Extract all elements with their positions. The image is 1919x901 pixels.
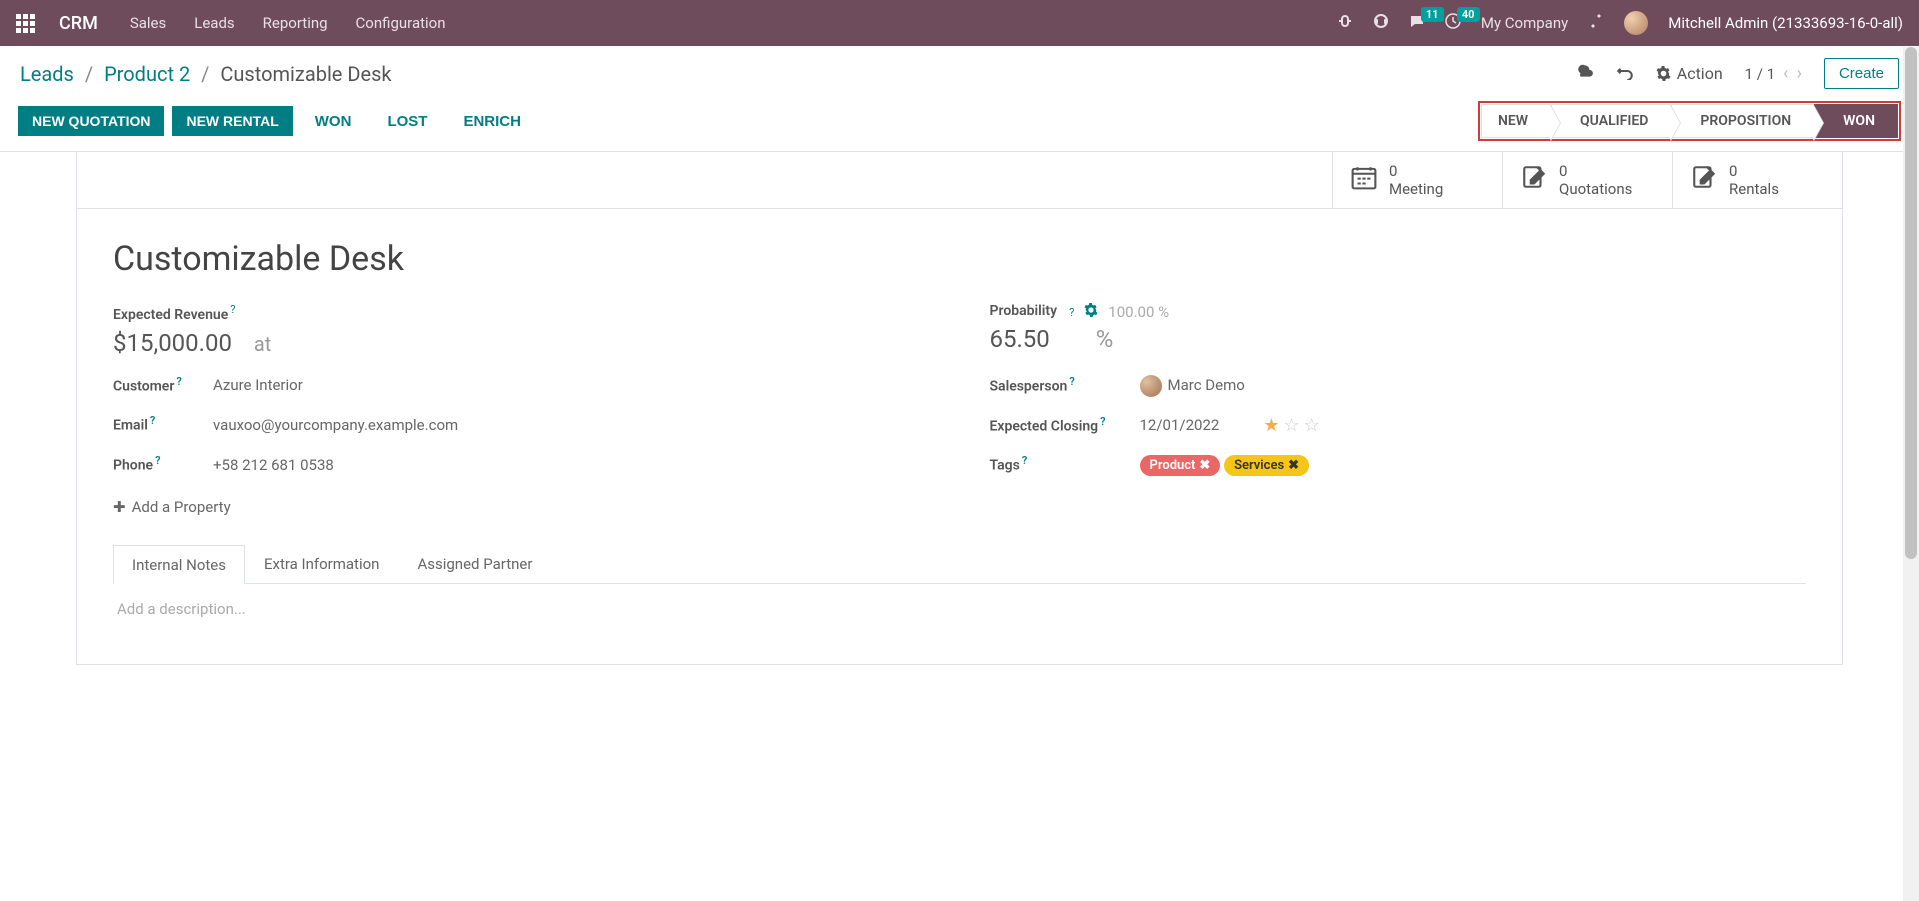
expected-revenue-label: Expected Revenue bbox=[113, 307, 228, 323]
stat-quotations[interactable]: 0 Quotations bbox=[1502, 152, 1672, 208]
user-menu[interactable]: Mitchell Admin (21333693-16-0-all) bbox=[1668, 14, 1903, 32]
pager-next-icon[interactable]: › bbox=[1797, 63, 1802, 84]
close-icon[interactable]: ✖ bbox=[1288, 458, 1299, 473]
tags-label: Tags bbox=[990, 458, 1020, 474]
tab-assigned-partner[interactable]: Assigned Partner bbox=[398, 544, 551, 583]
nav-reporting[interactable]: Reporting bbox=[263, 14, 328, 32]
tags-value[interactable]: Product ✖ Services ✖ bbox=[1140, 455, 1310, 476]
messages-count: 11 bbox=[1421, 7, 1444, 22]
tab-content: Add a description... bbox=[113, 584, 1806, 634]
button-box: 0 Meeting 0 Quotations 0 Ren bbox=[77, 152, 1842, 209]
add-property-button[interactable]: ✚ Add a Property bbox=[113, 498, 930, 516]
messages-icon[interactable]: 11 bbox=[1409, 13, 1425, 33]
help-icon[interactable]: ? bbox=[155, 454, 160, 467]
salesperson-value[interactable]: Marc Demo bbox=[1140, 375, 1245, 397]
star-icon[interactable]: ★ bbox=[1263, 415, 1279, 436]
form-sheet: 0 Meeting 0 Quotations 0 Ren bbox=[76, 151, 1843, 665]
tabs: Internal Notes Extra Information Assigne… bbox=[113, 544, 1806, 584]
scrollbar[interactable] bbox=[1903, 47, 1919, 901]
help-icon[interactable]: ? bbox=[1022, 454, 1027, 467]
help-icon[interactable]: ? bbox=[1100, 415, 1105, 428]
debug-icon[interactable] bbox=[1337, 13, 1353, 33]
probability-label: Probability bbox=[990, 303, 1058, 319]
app-title[interactable]: CRM bbox=[59, 13, 98, 34]
apps-icon[interactable] bbox=[16, 14, 35, 33]
company-switcher[interactable]: My Company bbox=[1481, 14, 1568, 32]
won-button[interactable]: WON bbox=[301, 106, 366, 137]
star-icon[interactable]: ☆ bbox=[1304, 415, 1320, 436]
user-avatar[interactable] bbox=[1624, 11, 1648, 35]
auto-probability[interactable]: 100.00 % bbox=[1108, 303, 1169, 321]
pager: 1 / 1 ‹ › bbox=[1745, 63, 1802, 84]
expected-closing-label: Expected Closing bbox=[990, 418, 1099, 434]
description-input[interactable]: Add a description... bbox=[117, 600, 1802, 618]
new-rental-button[interactable]: NEW RENTAL bbox=[172, 106, 292, 136]
plus-icon: ✚ bbox=[113, 498, 126, 516]
lead-title[interactable]: Customizable Desk bbox=[113, 239, 1806, 279]
phone-label: Phone bbox=[113, 458, 153, 474]
help-icon[interactable]: ? bbox=[1069, 306, 1074, 319]
nav-sales[interactable]: Sales bbox=[130, 14, 166, 32]
controls-row: Leads / Product 2 / Customizable Desk Ac… bbox=[0, 46, 1919, 97]
tab-extra-information[interactable]: Extra Information bbox=[245, 544, 398, 583]
gear-icon[interactable] bbox=[1084, 303, 1098, 321]
priority-stars: ★ ☆ ☆ bbox=[1263, 415, 1319, 436]
avatar bbox=[1140, 375, 1162, 397]
edit-icon bbox=[1521, 164, 1547, 197]
customer-label: Customer bbox=[113, 378, 174, 394]
tag-services: Services ✖ bbox=[1224, 455, 1309, 476]
statusbar: NEW QUOTATION NEW RENTAL WON LOST ENRICH… bbox=[0, 97, 1919, 152]
customer-value[interactable]: Azure Interior bbox=[213, 376, 303, 394]
email-label: Email bbox=[113, 418, 148, 434]
phone-value[interactable]: +58 212 681 0538 bbox=[213, 456, 334, 474]
action-menu[interactable]: Action bbox=[1656, 64, 1723, 83]
stat-meeting[interactable]: 0 Meeting bbox=[1332, 152, 1502, 208]
create-button[interactable]: Create bbox=[1824, 58, 1899, 89]
activities-count: 40 bbox=[1457, 7, 1480, 22]
help-icon[interactable]: ? bbox=[1069, 375, 1074, 388]
top-navbar: CRM Sales Leads Reporting Configuration … bbox=[0, 0, 1919, 46]
tab-internal-notes[interactable]: Internal Notes bbox=[113, 545, 245, 584]
tag-product: Product ✖ bbox=[1140, 455, 1221, 476]
stages: NEW QUALIFIED PROPOSITION WON bbox=[1478, 101, 1901, 141]
breadcrumb: Leads / Product 2 / Customizable Desk bbox=[20, 62, 392, 86]
stage-proposition[interactable]: PROPOSITION bbox=[1671, 104, 1814, 138]
help-icon[interactable]: ? bbox=[230, 303, 235, 316]
help-icon[interactable]: ? bbox=[176, 375, 181, 388]
expected-revenue-value[interactable]: $15,000.00 bbox=[113, 329, 232, 357]
expected-closing-value[interactable]: 12/01/2022 bbox=[1140, 416, 1220, 434]
activities-icon[interactable]: 40 bbox=[1445, 13, 1461, 33]
close-icon[interactable]: ✖ bbox=[1199, 458, 1210, 473]
probability-value[interactable]: 65.50 bbox=[990, 325, 1050, 353]
breadcrumb-current: Customizable Desk bbox=[220, 62, 391, 86]
stat-rentals[interactable]: 0 Rentals bbox=[1672, 152, 1842, 208]
nav-leads[interactable]: Leads bbox=[194, 14, 234, 32]
undo-icon[interactable] bbox=[1616, 62, 1634, 85]
star-icon[interactable]: ☆ bbox=[1283, 415, 1299, 436]
breadcrumb-leads[interactable]: Leads bbox=[20, 62, 74, 86]
stage-won[interactable]: WON bbox=[1814, 104, 1898, 138]
help-icon[interactable]: ? bbox=[150, 414, 155, 427]
pager-prev-icon[interactable]: ‹ bbox=[1783, 63, 1788, 84]
support-icon[interactable] bbox=[1373, 13, 1389, 33]
edit-icon bbox=[1691, 164, 1717, 197]
nav-configuration[interactable]: Configuration bbox=[356, 14, 446, 32]
salesperson-label: Salesperson bbox=[990, 378, 1068, 394]
stage-new[interactable]: NEW bbox=[1481, 104, 1551, 138]
tools-icon[interactable] bbox=[1588, 13, 1604, 33]
cloud-upload-icon[interactable] bbox=[1576, 62, 1594, 85]
stage-qualified[interactable]: QUALIFIED bbox=[1551, 104, 1671, 138]
lost-button[interactable]: LOST bbox=[373, 106, 441, 137]
calendar-icon bbox=[1351, 164, 1377, 197]
email-value[interactable]: vauxoo@yourcompany.example.com bbox=[213, 416, 458, 434]
breadcrumb-product2[interactable]: Product 2 bbox=[104, 62, 190, 86]
enrich-button[interactable]: ENRICH bbox=[449, 106, 535, 137]
new-quotation-button[interactable]: NEW QUOTATION bbox=[18, 106, 164, 136]
